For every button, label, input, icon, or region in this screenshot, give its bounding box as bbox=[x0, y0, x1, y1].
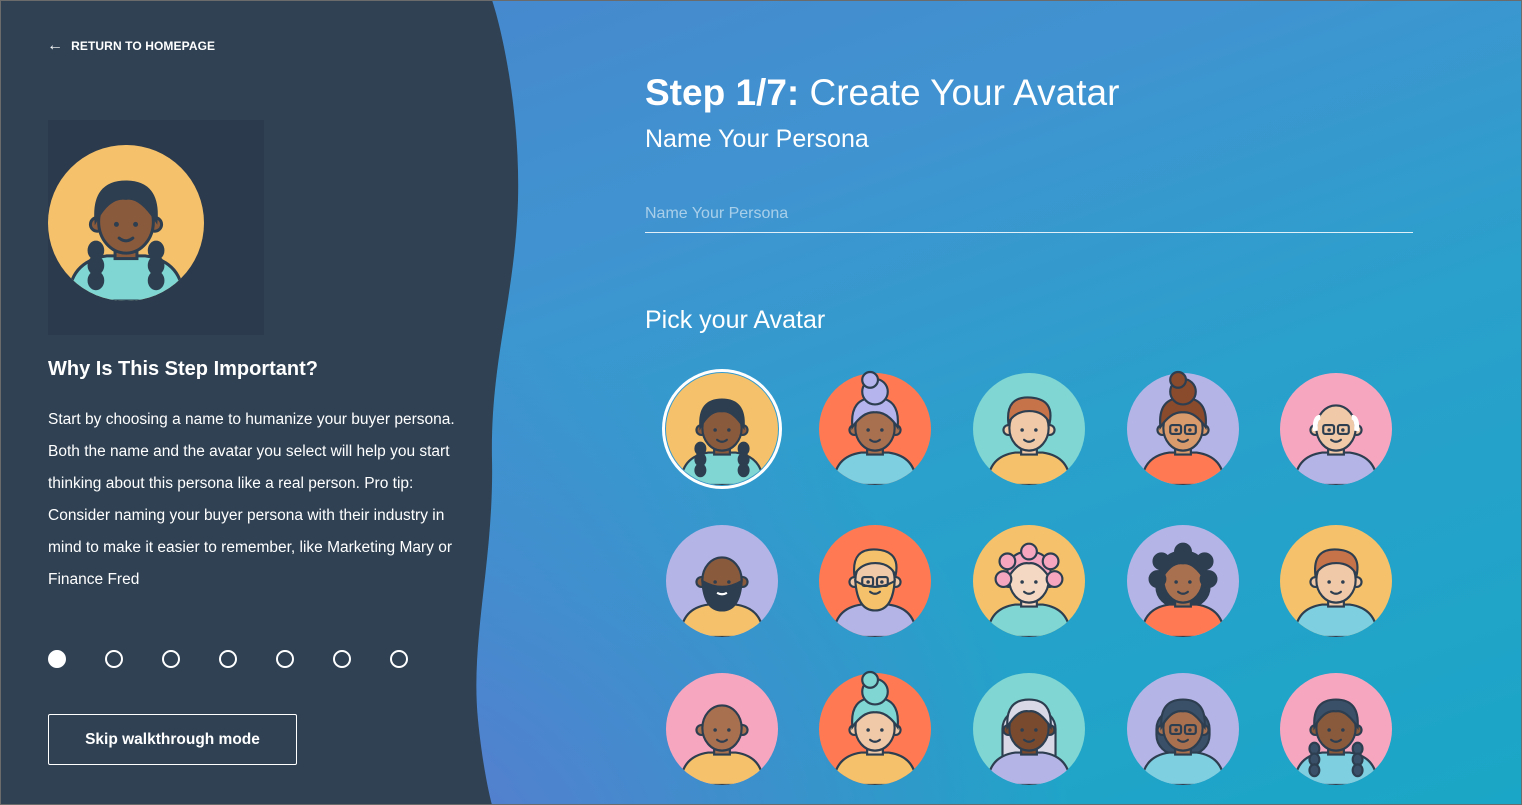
selected-avatar-preview bbox=[48, 120, 264, 335]
return-to-homepage-label: RETURN TO HOMEPAGE bbox=[71, 39, 216, 53]
avatar-image bbox=[819, 670, 931, 785]
why-important-text: Start by choosing a name to humanize you… bbox=[48, 411, 455, 588]
avatar-option-14[interactable] bbox=[1126, 672, 1240, 786]
step-dot-7[interactable] bbox=[390, 650, 408, 668]
avatar-option-1[interactable] bbox=[665, 372, 779, 486]
avatar-option-6[interactable] bbox=[665, 524, 779, 638]
avatar-image bbox=[973, 525, 1085, 637]
step-dot-3[interactable] bbox=[162, 650, 180, 668]
walkthrough-sidebar: ← RETURN TO HOMEPAGE Why Is This Step Im… bbox=[0, 0, 560, 805]
avatar-option-9[interactable] bbox=[1126, 524, 1240, 638]
avatar-option-7[interactable] bbox=[818, 524, 932, 638]
avatar-option-10[interactable] bbox=[1279, 524, 1393, 638]
avatar-image bbox=[1127, 525, 1239, 637]
avatar-image bbox=[1127, 370, 1239, 485]
avatar-option-4[interactable] bbox=[1126, 370, 1240, 486]
step-progress-dots bbox=[48, 650, 408, 668]
skip-walkthrough-button[interactable]: Skip walkthrough mode bbox=[48, 714, 297, 765]
avatar-option-15[interactable] bbox=[1279, 672, 1393, 786]
pick-avatar-heading: Pick your Avatar bbox=[645, 306, 826, 334]
step-title-text: Create Your Avatar bbox=[799, 72, 1120, 113]
persona-name-input[interactable] bbox=[645, 196, 1413, 233]
avatar-option-8[interactable] bbox=[972, 524, 1086, 638]
avatar-image bbox=[666, 373, 778, 485]
avatar-image bbox=[973, 373, 1085, 485]
avatar-image bbox=[1127, 673, 1239, 785]
step-number: Step 1/7: bbox=[645, 72, 800, 113]
avatar-image bbox=[666, 673, 778, 785]
avatar-option-5[interactable] bbox=[1279, 372, 1393, 486]
step-dot-4[interactable] bbox=[219, 650, 237, 668]
avatar-image bbox=[819, 525, 931, 637]
avatar-option-3[interactable] bbox=[972, 372, 1086, 486]
avatar-image bbox=[819, 370, 931, 485]
step-dot-6[interactable] bbox=[333, 650, 351, 668]
return-to-homepage-link[interactable]: ← RETURN TO HOMEPAGE bbox=[47, 38, 215, 54]
step-dot-2[interactable] bbox=[105, 650, 123, 668]
avatar-image bbox=[973, 673, 1085, 785]
step-content: Step 1/7: Create Your Avatar Name Your P… bbox=[645, 0, 1415, 805]
arrow-left-icon: ← bbox=[47, 37, 64, 54]
avatar-image bbox=[1280, 525, 1392, 637]
step-dot-5[interactable] bbox=[276, 650, 294, 668]
avatar-image bbox=[1280, 673, 1392, 785]
avatar-image bbox=[666, 525, 778, 637]
avatar-option-12[interactable] bbox=[818, 670, 932, 786]
step-title: Step 1/7: Create Your Avatar bbox=[645, 72, 1119, 114]
why-important-heading: Why Is This Step Important? bbox=[48, 358, 319, 380]
avatar-option-2[interactable] bbox=[818, 370, 932, 486]
avatar-image bbox=[1280, 373, 1392, 485]
avatar-option-13[interactable] bbox=[972, 672, 1086, 786]
name-persona-heading: Name Your Persona bbox=[645, 125, 869, 153]
avatar-option-11[interactable] bbox=[665, 672, 779, 786]
selected-avatar-image bbox=[48, 145, 204, 301]
step-dot-1[interactable] bbox=[48, 650, 66, 668]
